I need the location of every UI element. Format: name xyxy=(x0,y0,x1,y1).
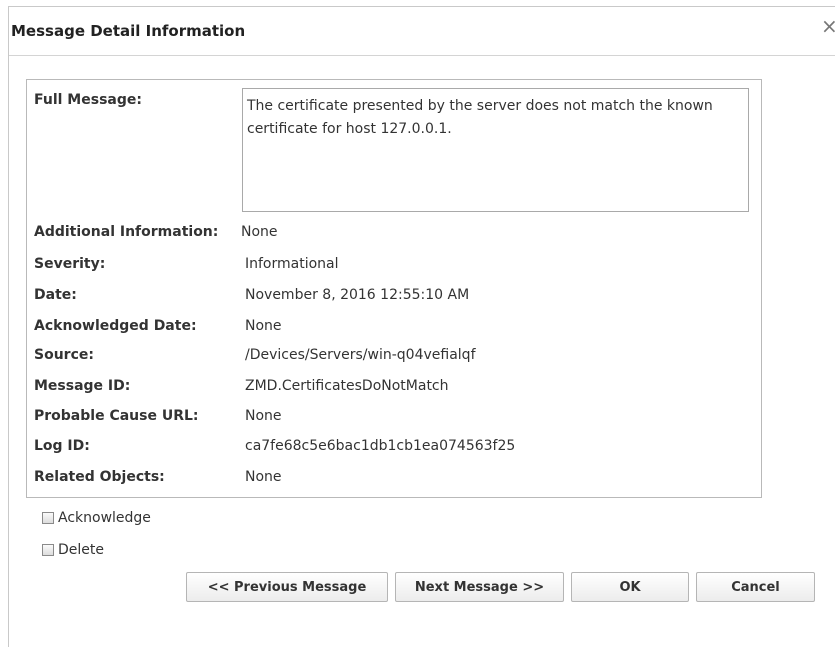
message-id-value: ZMD.CertificatesDoNotMatch xyxy=(245,378,449,394)
probable-cause-url-value: None xyxy=(245,408,282,424)
close-icon[interactable]: × xyxy=(821,16,835,36)
delete-checkbox[interactable] xyxy=(42,544,54,556)
acknowledged-date-value: None xyxy=(245,318,282,334)
probable-cause-url-label: Probable Cause URL: xyxy=(34,408,199,424)
acknowledged-date-label: Acknowledged Date: xyxy=(34,318,197,334)
related-objects-label: Related Objects: xyxy=(34,469,165,485)
full-message-label: Full Message: xyxy=(34,92,142,108)
acknowledge-option[interactable]: Acknowledge xyxy=(42,510,151,526)
additional-information-label: Additional Information: xyxy=(34,224,219,240)
log-id-label: Log ID: xyxy=(34,438,90,454)
next-message-button[interactable]: Next Message >> xyxy=(395,572,564,602)
ok-button[interactable]: OK xyxy=(571,572,689,602)
acknowledge-label: Acknowledge xyxy=(58,510,151,526)
dialog-titlebar: Message Detail Information × xyxy=(9,7,835,56)
date-value: November 8, 2016 12:55:10 AM xyxy=(245,287,470,303)
delete-option[interactable]: Delete xyxy=(42,542,104,558)
acknowledge-checkbox[interactable] xyxy=(42,512,54,524)
related-objects-value: None xyxy=(245,469,282,485)
source-label: Source: xyxy=(34,347,94,363)
details-panel: Full Message: The certificate presented … xyxy=(26,79,762,498)
full-message-textbox[interactable]: The certificate presented by the server … xyxy=(242,88,749,212)
severity-label: Severity: xyxy=(34,256,106,272)
delete-label: Delete xyxy=(58,542,104,558)
log-id-value: ca7fe68c5e6bac1db1cb1ea074563f25 xyxy=(245,438,516,454)
message-id-label: Message ID: xyxy=(34,378,131,394)
dialog-title: Message Detail Information xyxy=(11,22,246,40)
cancel-button[interactable]: Cancel xyxy=(696,572,815,602)
source-value: /Devices/Servers/win-q04vefialqf xyxy=(245,347,476,363)
severity-value: Informational xyxy=(245,256,339,272)
date-label: Date: xyxy=(34,287,77,303)
additional-information-value: None xyxy=(241,224,278,240)
previous-message-button[interactable]: << Previous Message xyxy=(186,572,388,602)
